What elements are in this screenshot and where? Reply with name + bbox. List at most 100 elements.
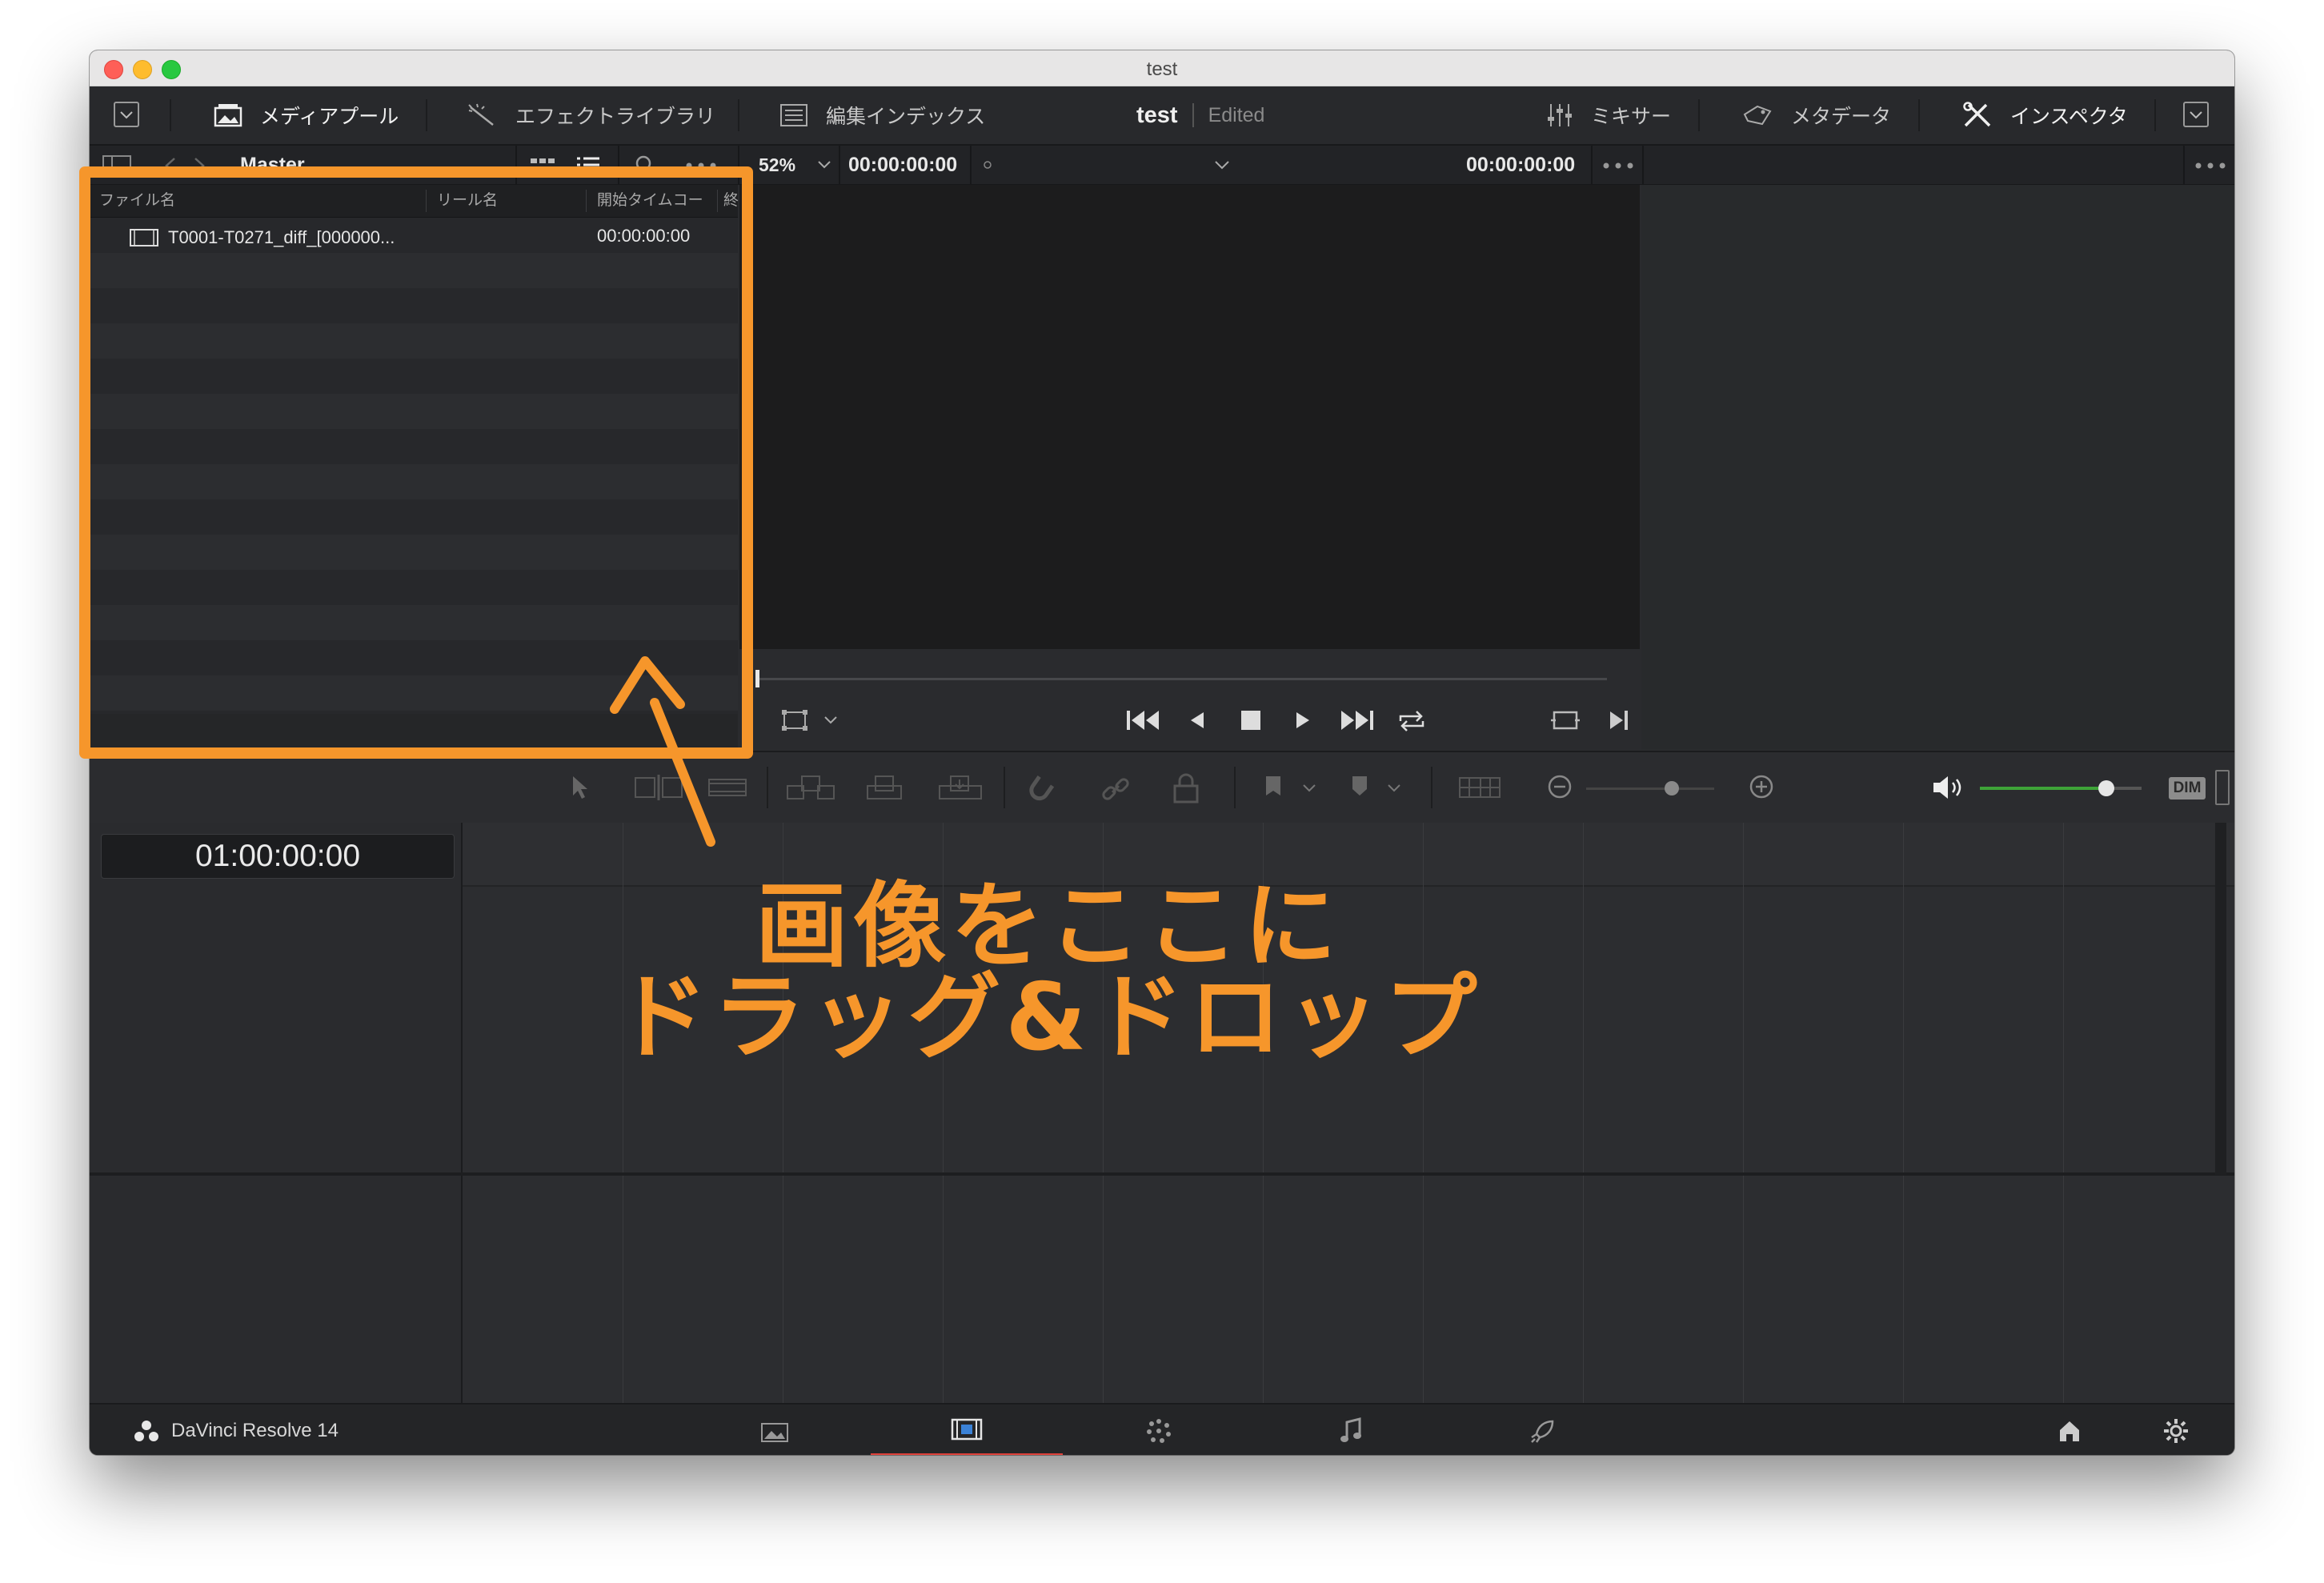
media-page-tab[interactable]	[679, 1405, 871, 1455]
settings-gear-icon[interactable]	[2162, 1417, 2190, 1445]
media-pool-list[interactable]: T0001-T0271_diff_[000000... 00:00:00:00	[90, 218, 738, 714]
sidebar-toggle-icon[interactable]	[102, 155, 131, 176]
list-icon	[780, 104, 807, 126]
mixer-label: ミキサー	[1591, 106, 1672, 128]
timeline-track-headers: 01:00:00:00	[90, 823, 463, 1403]
viewer-zoom[interactable]: 52%	[759, 146, 795, 184]
forward-icon[interactable]	[192, 157, 206, 174]
volume-slider[interactable]	[1980, 787, 2108, 790]
zoom-out-icon[interactable]	[1546, 773, 1573, 800]
search-icon[interactable]	[634, 154, 658, 178]
timeline-timecode[interactable]: 01:00:00:00	[101, 834, 455, 879]
color-page-icon	[1147, 1418, 1171, 1443]
audio-meter-toggle[interactable]	[2215, 770, 2230, 805]
chevron-down-icon[interactable]	[1213, 158, 1231, 171]
column-start-timecode[interactable]: 開始タイムコー	[597, 185, 703, 217]
zoom-slider[interactable]	[1586, 787, 1714, 790]
play-icon[interactable]	[1293, 708, 1312, 732]
music-note-icon	[1340, 1417, 1361, 1442]
mixer-button[interactable]: ミキサー	[1546, 86, 1671, 144]
workspace-toolbar: メディアプール エフェクトライブラリ 編集インデックス test Edited	[90, 86, 2234, 146]
chevron-down-icon[interactable]	[816, 158, 832, 171]
playhead[interactable]	[755, 670, 759, 687]
go-to-end-icon[interactable]	[1340, 708, 1375, 732]
metadata-tag-icon	[1743, 105, 1772, 126]
project-status: Edited	[1208, 103, 1265, 126]
bin-name[interactable]: Master	[240, 146, 305, 184]
rocket-icon	[1531, 1420, 1554, 1443]
match-frame-icon[interactable]	[1549, 708, 1581, 732]
chevron-down-icon[interactable]	[1386, 783, 1402, 794]
fusion-page-tab[interactable]	[1063, 1405, 1255, 1455]
go-to-start-icon[interactable]	[1125, 708, 1160, 732]
transform-icon[interactable]	[781, 708, 813, 732]
effects-library-button[interactable]: エフェクトライブラリ	[466, 86, 715, 144]
app-name: DaVinci Resolve 14	[171, 1419, 339, 1441]
flag-icon[interactable]	[1263, 773, 1284, 800]
metadata-label: メタデータ	[1791, 106, 1892, 128]
media-pool-panel[interactable]: ファイル名 リール名 開始タイムコー 終 T0001-T0271_diff_[0…	[90, 185, 739, 787]
collapse-right-button[interactable]	[2183, 102, 2209, 127]
media-pool-label: メディアプール	[260, 106, 399, 128]
edit-page-tab[interactable]	[871, 1405, 1063, 1455]
timeline-vertical-scrollbar[interactable]	[2215, 823, 2226, 1175]
scrub-bar[interactable]	[759, 678, 1607, 680]
edit-index-label: 編集インデックス	[826, 106, 986, 128]
loop-icon[interactable]	[1396, 708, 1428, 734]
clip-row[interactable]: T0001-T0271_diff_[000000...	[130, 226, 395, 250]
more-options-icon[interactable]	[685, 162, 717, 170]
inspector-tools-icon	[1963, 102, 1991, 127]
marker-icon[interactable]	[1349, 773, 1370, 800]
chevron-down-icon[interactable]	[823, 715, 839, 726]
effects-library-label: エフェクトライブラリ	[515, 106, 716, 128]
metadata-button[interactable]: メタデータ	[1741, 86, 1891, 144]
overwrite-clip-icon[interactable]	[866, 773, 903, 804]
trim-tool-icon[interactable]	[634, 773, 683, 802]
track-divider	[90, 1172, 2234, 1176]
insert-clip-icon[interactable]	[786, 773, 835, 804]
column-end[interactable]: 終	[723, 185, 739, 217]
zoom-in-icon[interactable]	[1748, 773, 1775, 800]
project-title: test Edited	[1136, 86, 1264, 144]
source-timecode: 00:00:00:00	[848, 154, 958, 176]
video-clip-icon	[130, 229, 158, 246]
inspector-options-icon[interactable]	[2194, 162, 2226, 170]
replace-clip-icon[interactable]	[938, 773, 983, 804]
back-icon[interactable]	[163, 157, 178, 174]
selection-tool-icon[interactable]	[567, 773, 591, 802]
column-reel-name[interactable]: リール名	[437, 185, 498, 217]
chevron-down-icon	[120, 111, 133, 119]
snapping-magnet-icon[interactable]	[1024, 773, 1056, 805]
volume-slider-handle[interactable]	[2098, 780, 2114, 796]
inspector-panel[interactable]	[1641, 185, 2234, 749]
dim-button[interactable]: DIM	[2169, 777, 2206, 800]
blade-tool-icon[interactable]	[707, 773, 747, 802]
chevron-down-icon[interactable]	[1301, 783, 1317, 794]
media-pool-button[interactable]: メディアプール	[214, 86, 399, 144]
viewer-transport	[739, 649, 1681, 749]
collapse-left-button[interactable]	[114, 102, 139, 127]
volume-icon[interactable]	[1930, 773, 1965, 802]
zoom-slider-handle[interactable]	[1665, 781, 1679, 796]
viewer-options-icon[interactable]	[1602, 162, 1634, 170]
clip-name: T0001-T0271_diff_[000000...	[168, 227, 395, 247]
link-icon[interactable]	[1100, 773, 1132, 805]
source-viewer[interactable]	[739, 185, 1640, 649]
position-lock-icon[interactable]	[1170, 773, 1202, 805]
grid-view-icon[interactable]	[530, 157, 555, 174]
deliver-page-tab[interactable]	[1447, 1405, 1639, 1455]
play-reverse-icon[interactable]	[1188, 708, 1207, 732]
resolve-window: test メディアプール エフェクトライブラリ 編集インデックス test Ed…	[90, 50, 2234, 1455]
timeline-view-options-icon[interactable]	[1458, 773, 1501, 802]
mark-in-icon[interactable]	[1607, 708, 1631, 732]
media-pool-icon	[214, 104, 242, 127]
timeline-ruler[interactable]	[463, 823, 2234, 887]
column-file-name[interactable]: ファイル名	[99, 185, 175, 217]
project-name: test	[1136, 102, 1178, 128]
stop-icon[interactable]	[1239, 708, 1263, 732]
fairlight-page-tab[interactable]	[1255, 1405, 1447, 1455]
edit-index-button[interactable]: 編集インデックス	[779, 86, 985, 144]
home-icon[interactable]	[2057, 1419, 2082, 1443]
list-view-icon[interactable]	[576, 155, 600, 176]
inspector-button[interactable]: インスペクタ	[1962, 86, 2128, 144]
